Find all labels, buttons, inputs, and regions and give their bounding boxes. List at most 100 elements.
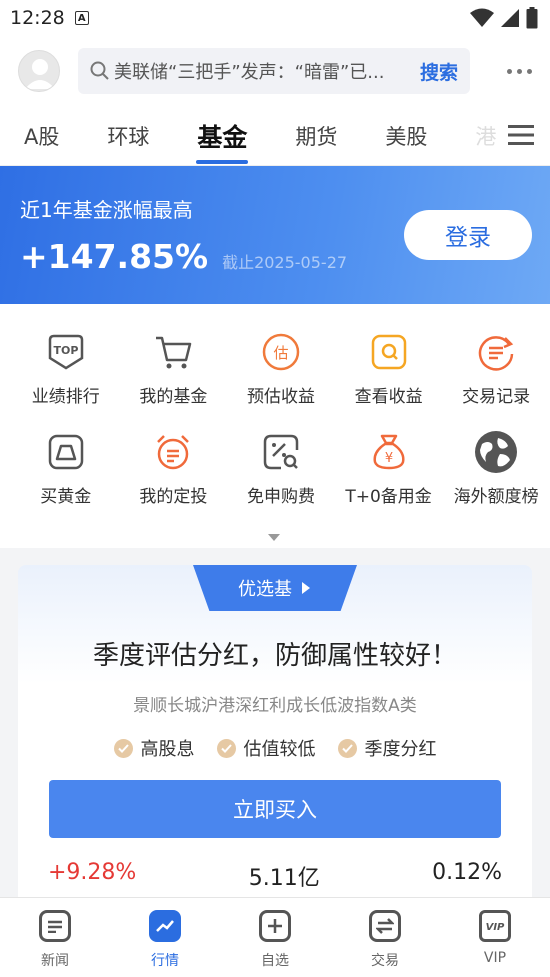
featured-fund-card: 优选基 季度评估分红，防御属性较好！ 景顺长城沪港深红利成长低波指数A类 高股息… xyxy=(18,565,532,905)
grid-label: 查看收益 xyxy=(354,387,423,407)
menu-icon[interactable] xyxy=(508,124,534,146)
bottom-tabbar: 新闻 行情 自选 交易 VIP VIP xyxy=(0,897,550,977)
tab-hk-stocks[interactable]: 港 xyxy=(475,106,496,166)
view-earnings-icon xyxy=(367,330,411,374)
search-button[interactable]: 搜索 xyxy=(420,58,458,85)
feature-label: 高股息 xyxy=(140,739,195,760)
tabbar-label: 新闻 xyxy=(41,953,69,969)
fund-name: 景顺长城沪港深红利成长低波指数A类 xyxy=(133,696,417,716)
tab-global[interactable]: 环球 xyxy=(107,106,149,166)
grid-item-my-investment-plan[interactable]: 我的定投 xyxy=(120,430,228,530)
fee-stat: 0.12% xyxy=(432,860,502,885)
scale-stat: 5.11亿 xyxy=(248,866,320,891)
banner-date: 截止2025-05-27 xyxy=(222,253,348,272)
tabbar-label: VIP xyxy=(483,950,507,966)
tabbar-label: 自选 xyxy=(261,953,289,969)
discount-icon xyxy=(259,430,303,474)
feature-label: 季度分红 xyxy=(364,739,437,760)
search-input[interactable]: 美联储“三把手”发声：“暗雷”已... xyxy=(114,58,412,84)
grid-item-no-subscription-fee[interactable]: 免申购费 xyxy=(227,430,335,530)
grid-label: 业绩排行 xyxy=(31,387,100,407)
grid-item-my-funds[interactable]: 我的基金 xyxy=(120,330,228,430)
status-bar: 12:28 A xyxy=(0,0,550,36)
feature-grid: TOP 业绩排行 我的基金 估 预估收益 查看收益 交易记录 买黄金 我的定投 … xyxy=(0,304,550,548)
expand-arrow-icon[interactable] xyxy=(268,534,280,541)
grid-item-performance-rank[interactable]: TOP 业绩排行 xyxy=(12,330,120,430)
cart-icon xyxy=(151,330,195,374)
tabbar-market[interactable]: 行情 xyxy=(110,898,220,977)
grid-label: 我的基金 xyxy=(139,387,208,407)
vip-icon: VIP xyxy=(479,910,511,942)
featured-tag-label: 优选基 xyxy=(238,579,292,600)
check-icon xyxy=(216,738,236,758)
tab-a-shares[interactable]: A股 xyxy=(24,106,59,166)
notification-icon: A xyxy=(74,11,89,25)
tab-us-stocks[interactable]: 美股 xyxy=(385,106,427,166)
grid-label: 免申购费 xyxy=(246,487,315,507)
card-title: 季度评估分红，防御属性较好！ xyxy=(92,641,457,671)
money-bag-icon: ¥ xyxy=(367,430,411,474)
play-arrow-icon xyxy=(302,582,310,594)
tabbar-vip[interactable]: VIP VIP xyxy=(440,898,550,977)
trade-icon xyxy=(369,910,401,942)
more-menu-icon[interactable] xyxy=(507,68,532,74)
banner-value: +147.85% xyxy=(20,237,209,276)
globe-icon xyxy=(474,430,518,474)
status-time: 12:28 xyxy=(10,7,65,29)
buy-now-button[interactable]: 立即买入 xyxy=(49,780,501,838)
grid-item-trade-records[interactable]: 交易记录 xyxy=(442,330,550,430)
category-tabs: A股 环球 基金 期货 美股 港 xyxy=(0,106,550,166)
tabbar-watchlist[interactable]: 自选 xyxy=(220,898,330,977)
tabbar-label: 交易 xyxy=(371,953,399,969)
grid-item-buy-gold[interactable]: 买黄金 xyxy=(12,430,120,530)
grid-label: 海外额度榜 xyxy=(453,487,539,507)
battery-icon xyxy=(526,7,538,29)
feature-tags: 高股息 估值较低 季度分红 xyxy=(18,735,532,761)
tabbar-label: 行情 xyxy=(151,953,179,969)
news-icon xyxy=(39,910,71,942)
tab-futures[interactable]: 期货 xyxy=(295,106,337,166)
svg-text:估: 估 xyxy=(273,344,288,362)
return-stat: +9.28% xyxy=(48,860,137,885)
feature-tag: 季度分红 xyxy=(337,735,437,761)
top-rank-icon: TOP xyxy=(44,330,88,374)
avatar[interactable] xyxy=(18,50,60,92)
check-icon xyxy=(113,738,133,758)
grid-item-estimated-earnings[interactable]: 估 预估收益 xyxy=(227,330,335,430)
grid-item-t0-reserve[interactable]: ¥ T+0备用金 xyxy=(335,430,443,530)
svg-text:¥: ¥ xyxy=(384,451,392,466)
grid-label: 预估收益 xyxy=(246,387,315,407)
estimate-icon: 估 xyxy=(259,330,303,374)
search-box[interactable]: 美联储“三把手”发声：“暗雷”已... 搜索 xyxy=(78,48,470,94)
fund-stats: +9.28% 5.11亿 0.12% xyxy=(48,860,502,892)
tab-funds[interactable]: 基金 xyxy=(197,106,247,166)
search-row: 美联储“三把手”发声：“暗雷”已... 搜索 xyxy=(0,36,550,106)
grid-label: 我的定投 xyxy=(139,487,208,507)
trade-record-icon xyxy=(474,330,518,374)
status-icons xyxy=(470,7,538,29)
featured-tag[interactable]: 优选基 xyxy=(193,565,357,611)
signal-icon xyxy=(501,9,519,27)
gold-bar-icon xyxy=(44,430,88,474)
tabbar-news[interactable]: 新闻 xyxy=(0,898,110,977)
feature-tag: 高股息 xyxy=(113,735,195,761)
svg-text:VIP: VIP xyxy=(486,922,505,933)
market-icon xyxy=(149,910,181,942)
grid-item-overseas-quota-rank[interactable]: 海外额度榜 xyxy=(442,430,550,530)
watchlist-icon xyxy=(259,910,291,942)
grid-item-view-earnings[interactable]: 查看收益 xyxy=(335,330,443,430)
search-icon xyxy=(90,61,109,80)
feature-tag: 估值较低 xyxy=(216,735,316,761)
alarm-clock-icon xyxy=(151,430,195,474)
tabbar-trade[interactable]: 交易 xyxy=(330,898,440,977)
login-button[interactable]: 登录 xyxy=(404,210,532,260)
grid-label: 交易记录 xyxy=(462,387,531,407)
grid-label: T+0备用金 xyxy=(345,487,432,507)
promo-banner: 近1年基金涨幅最高 +147.85% 截止2025-05-27 登录 xyxy=(0,166,550,304)
wifi-icon xyxy=(470,8,494,27)
svg-text:TOP: TOP xyxy=(53,344,78,357)
feature-label: 估值较低 xyxy=(243,739,316,760)
user-icon xyxy=(25,59,55,89)
grid-label: 买黄金 xyxy=(40,487,92,507)
check-icon xyxy=(337,738,357,758)
